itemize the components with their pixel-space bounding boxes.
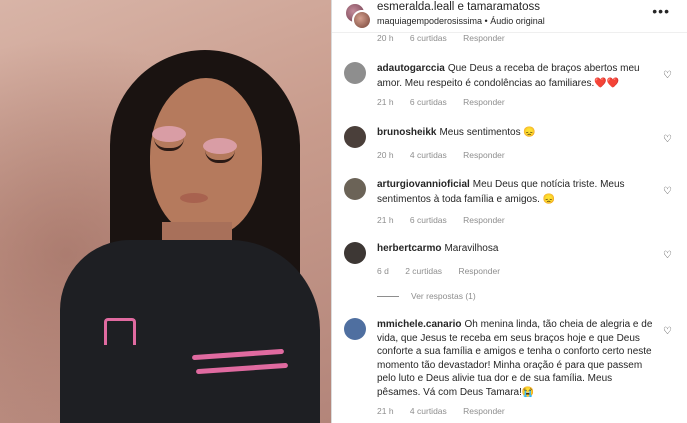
comment-username[interactable]: mmichele.canario — [377, 319, 461, 330]
heart-outline-icon[interactable]: ♡ — [663, 70, 672, 81]
view-replies-button[interactable]: Ver respostas (1) — [377, 291, 476, 301]
audio-link[interactable]: maquiagempoderosissima • Áudio original — [377, 16, 545, 26]
avatar[interactable] — [344, 62, 366, 84]
comment-username[interactable]: arturgiovannioficial — [377, 179, 470, 190]
heart-outline-icon[interactable]: ♡ — [663, 250, 672, 261]
comment-text: brunosheikk Meus sentimentos 😞 — [377, 126, 655, 141]
comment-meta: 21 h 6 curtidas Responder — [377, 97, 519, 107]
comment-meta: 21 h 4 curtidas Responder — [377, 406, 519, 416]
view-replies-label[interactable]: Ver respostas (1) — [411, 291, 476, 301]
collab-avatars[interactable] — [344, 2, 372, 30]
comment-meta: 20 h 4 curtidas Responder — [377, 150, 519, 160]
comment-time: 21 h — [377, 215, 394, 225]
more-horizontal-icon[interactable]: ••• — [652, 3, 670, 19]
avatar[interactable] — [344, 318, 366, 340]
comment-time: 21 h — [377, 97, 394, 107]
comment-body: Meus sentimentos 😞 — [439, 127, 536, 138]
avatar[interactable] — [352, 10, 372, 30]
comment-time: 20 h — [377, 33, 394, 43]
comment-meta-clipped: 20 h 6 curtidas Responder — [377, 33, 519, 43]
comment-likes[interactable]: 6 curtidas — [410, 33, 447, 43]
reply-button[interactable]: Responder — [463, 406, 505, 416]
avatar[interactable] — [344, 242, 366, 264]
avatar[interactable] — [344, 126, 366, 148]
comment-likes[interactable]: 6 curtidas — [410, 215, 447, 225]
heart-outline-icon[interactable]: ♡ — [663, 326, 672, 337]
reply-button[interactable]: Responder — [463, 215, 505, 225]
comment-meta: 21 h 6 curtidas Responder — [377, 215, 519, 225]
replies-divider — [377, 296, 399, 298]
comment-likes[interactable]: 4 curtidas — [410, 150, 447, 160]
comment-text: mmichele.canario Oh menina linda, tão che… — [377, 318, 655, 399]
comment-body: Maravilhosa — [444, 243, 499, 254]
comment-time: 20 h — [377, 150, 394, 160]
reply-button[interactable]: Responder — [458, 266, 500, 276]
media-figure-face — [150, 78, 262, 236]
comment-username[interactable]: herbertcarmo — [377, 243, 441, 254]
comment-username[interactable]: brunosheikk — [377, 127, 436, 138]
comment-time: 6 d — [377, 266, 389, 276]
heart-outline-icon[interactable]: ♡ — [663, 186, 672, 197]
reply-button[interactable]: Responder — [463, 97, 505, 107]
comment-meta: 6 d 2 curtidas Responder — [377, 266, 514, 276]
comments-panel: esmeralda.leall e tamaramatoss maquiagem… — [331, 0, 687, 423]
comment-body: Oh menina linda, tão cheia de alegria e … — [377, 319, 653, 398]
comment-text: arturgiovannioficial Meu Deus que notícia… — [377, 178, 655, 207]
post-media[interactable] — [0, 0, 331, 423]
reply-button[interactable]: Responder — [463, 33, 505, 43]
post-authors[interactable]: esmeralda.leall e tamaramatoss — [377, 1, 540, 13]
comment-likes[interactable]: 6 curtidas — [410, 97, 447, 107]
comment-text: herbertcarmo Maravilhosa — [377, 242, 655, 257]
post-header: esmeralda.leall e tamaramatoss maquiagem… — [332, 0, 687, 33]
comment-text: adautogarccia Que Deus a receba de braços… — [377, 62, 655, 91]
comment-username[interactable]: adautogarccia — [377, 63, 445, 74]
comment-likes[interactable]: 4 curtidas — [410, 406, 447, 416]
comment-time: 21 h — [377, 406, 394, 416]
media-shirt-logo — [104, 318, 136, 345]
heart-outline-icon[interactable]: ♡ — [663, 134, 672, 145]
avatar[interactable] — [344, 178, 366, 200]
reply-button[interactable]: Responder — [463, 150, 505, 160]
media-lips — [180, 193, 208, 203]
comment-likes[interactable]: 2 curtidas — [405, 266, 442, 276]
media-figure-shirt — [60, 240, 320, 423]
